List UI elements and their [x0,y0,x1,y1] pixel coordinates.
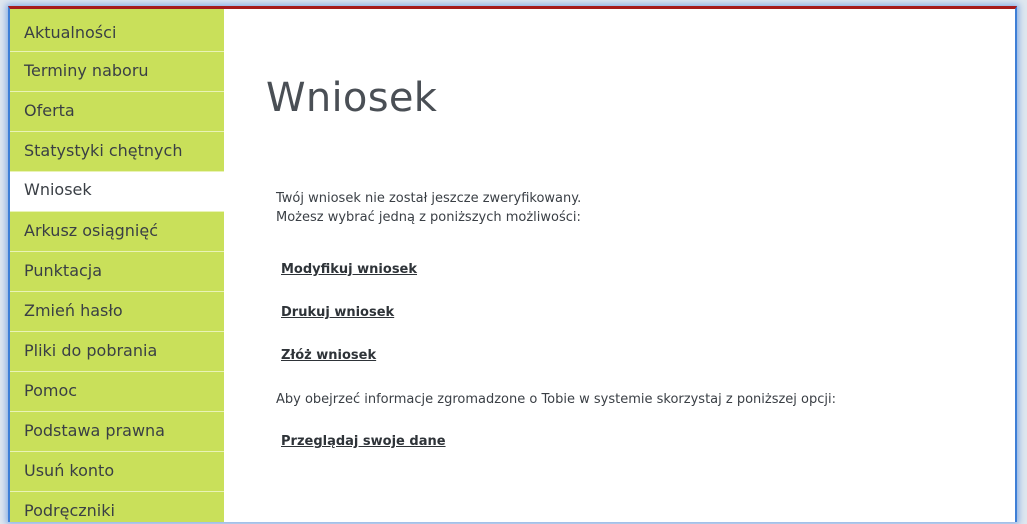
view-your-data-link[interactable]: Przeglądaj swoje dane [281,434,446,449]
data-info-text: Aby obejrzeć informacje zgromadzone o To… [276,392,837,407]
page-title: Wniosek [266,75,438,121]
sidebar: Aktualności Terminy naboru Oferta Statys… [10,9,224,522]
app-frame: Aktualności Terminy naboru Oferta Statys… [8,6,1017,522]
sidebar-item-podstawa-prawna[interactable]: Podstawa prawna [10,412,224,452]
status-text-line1: Twój wniosek nie został jeszcze zweryfik… [276,191,582,206]
sidebar-item-usun-konto[interactable]: Usuń konto [10,452,224,492]
main-content: Wniosek Twój wniosek nie został jeszcze … [224,9,1015,522]
sidebar-item-punktacja[interactable]: Punktacja [10,252,224,292]
sidebar-item-pliki-do-pobrania[interactable]: Pliki do pobrania [10,332,224,372]
sidebar-item-oferta[interactable]: Oferta [10,92,224,132]
submit-application-link[interactable]: Złóż wniosek [281,348,376,363]
sidebar-item-wniosek[interactable]: Wniosek [10,172,224,212]
sidebar-item-podreczniki[interactable]: Podręczniki [10,492,224,522]
sidebar-item-statystyki-chetnych[interactable]: Statystyki chętnych [10,132,224,172]
sidebar-item-arkusz-osiagniec[interactable]: Arkusz osiągnięć [10,212,224,252]
print-application-link[interactable]: Drukuj wniosek [281,305,394,320]
sidebar-item-pomoc[interactable]: Pomoc [10,372,224,412]
sidebar-item-aktualnosci[interactable]: Aktualności [10,9,224,52]
status-text-line2: Możesz wybrać jedną z poniższych możliwo… [276,210,581,225]
modify-application-link[interactable]: Modyfikuj wniosek [281,262,417,277]
sidebar-item-zmien-haslo[interactable]: Zmień hasło [10,292,224,332]
sidebar-item-terminy-naboru[interactable]: Terminy naboru [10,52,224,92]
